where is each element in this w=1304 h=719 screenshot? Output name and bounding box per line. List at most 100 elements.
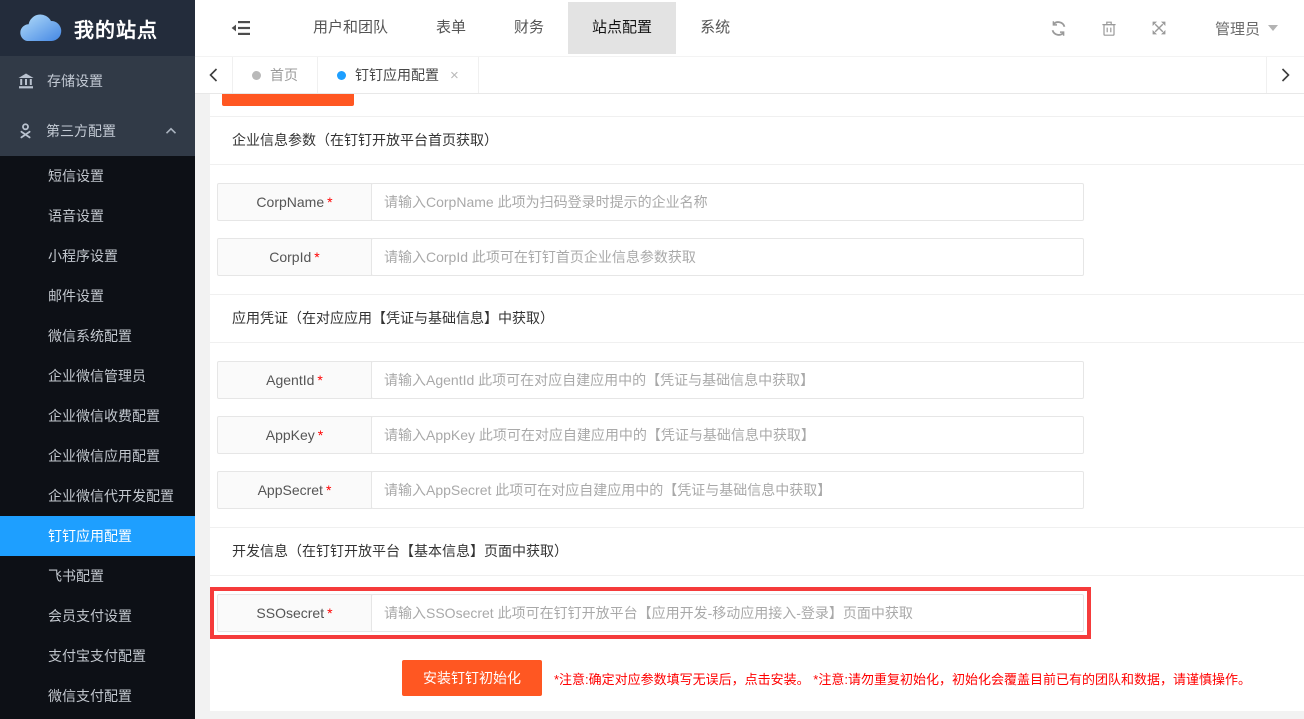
- chevron-left-icon[interactable]: [195, 57, 233, 93]
- required-asterisk: *: [314, 249, 319, 265]
- field-label: SSOsecret *: [217, 594, 372, 632]
- topbar-actions: 管理员: [1050, 18, 1304, 39]
- sidebar-item-label: 存储设置: [47, 71, 103, 91]
- tab-label: 钉钉应用配置: [355, 65, 439, 85]
- chevron-up-icon: [165, 127, 177, 135]
- topnav-item[interactable]: 站点配置: [568, 2, 676, 54]
- refresh-icon[interactable]: [1050, 20, 1067, 37]
- sidebar-subitem[interactable]: 企业微信管理员: [0, 356, 195, 396]
- appsecret-input[interactable]: [371, 471, 1084, 509]
- form-sections: 企业信息参数（在钉钉开放平台首页获取） CorpName * CorpId * …: [210, 117, 1304, 650]
- section-title: 企业信息参数（在钉钉开放平台首页获取）: [210, 117, 1304, 164]
- field-label-text: SSOsecret: [256, 605, 324, 621]
- section-title: 应用凭证（在对应应用【凭证与基础信息】中获取）: [210, 295, 1304, 342]
- site-title: 我的站点: [74, 14, 158, 43]
- sidebar-item-label: 第三方配置: [46, 121, 116, 141]
- field-row-ssosecret: SSOsecret *: [217, 594, 1084, 632]
- sidebar-subitem[interactable]: 小程序设置: [0, 236, 195, 276]
- logo: 我的站点: [0, 0, 195, 56]
- field-label-text: AppKey: [266, 427, 315, 443]
- tab-strip: 首页 钉钉应用配置 ×: [233, 57, 479, 93]
- trash-icon[interactable]: [1101, 20, 1117, 37]
- required-asterisk: *: [327, 605, 332, 621]
- tab-bar: 首页 钉钉应用配置 ×: [195, 56, 1304, 94]
- collapse-menu-icon[interactable]: [231, 20, 251, 36]
- field-row-corpname: CorpName *: [217, 183, 1084, 221]
- field-label-text: AgentId: [266, 372, 314, 388]
- sidebar-subitem[interactable]: 支付宝支付配置: [0, 636, 195, 676]
- user-menu[interactable]: 管理员: [1215, 18, 1278, 39]
- bank-icon: [18, 73, 34, 89]
- sidebar-subitem[interactable]: 企业微信代开发配置: [0, 476, 195, 516]
- field-row-agentid: AgentId *: [217, 361, 1084, 399]
- sidebar-subitem[interactable]: 邮件设置: [0, 276, 195, 316]
- field-label: CorpId *: [217, 238, 372, 276]
- sidebar-subitem[interactable]: 钉钉应用配置: [0, 516, 195, 556]
- appkey-input[interactable]: [371, 416, 1084, 454]
- fullscreen-icon[interactable]: [1151, 20, 1167, 36]
- warning-text: *注意:确定对应参数填写无误后，点击安装。 *注意:请勿重复初始化，初始化会覆盖…: [554, 669, 1251, 688]
- sidebar-item-storage[interactable]: 存储设置: [0, 56, 195, 106]
- field-label-text: AppSecret: [258, 482, 323, 498]
- field-label: AgentId *: [217, 361, 372, 399]
- topnav-item[interactable]: 表单: [412, 2, 490, 54]
- sidebar-item-thirdparty[interactable]: 第三方配置: [0, 106, 195, 156]
- field-row-appsecret: AppSecret *: [217, 471, 1084, 509]
- required-asterisk: *: [327, 194, 332, 210]
- caret-down-icon: [1268, 25, 1278, 31]
- chevron-right-icon[interactable]: [1266, 57, 1304, 93]
- tab-dot-icon: [252, 71, 261, 80]
- top-header: 用户和团队表单财务站点配置系统: [195, 0, 1304, 56]
- cloud-icon: [16, 12, 62, 44]
- sidebar-subitem[interactable]: 微信系统配置: [0, 316, 195, 356]
- topnav-item[interactable]: 系统: [676, 2, 754, 54]
- app-window: 我的站点 存储设置 第三方配置: [0, 0, 1304, 719]
- sidebar-subitem[interactable]: 飞书配置: [0, 556, 195, 596]
- person-icon: [18, 123, 33, 139]
- ssosecret-input[interactable]: [371, 594, 1084, 632]
- required-asterisk: *: [317, 372, 322, 388]
- topnav-items: 用户和团队表单财务站点配置系统: [289, 2, 754, 54]
- sidebar-submenu: 短信设置语音设置小程序设置邮件设置微信系统配置企业微信管理员企业微信收费配置企业…: [0, 156, 195, 719]
- sidebar-subitem[interactable]: 企业微信应用配置: [0, 436, 195, 476]
- main-area: 用户和团队表单财务站点配置系统: [195, 0, 1304, 719]
- field-label: AppKey *: [217, 416, 372, 454]
- field-label: CorpName *: [217, 183, 372, 221]
- sidebar-subitem[interactable]: 企业微信收费配置: [0, 396, 195, 436]
- field-label-text: CorpId: [269, 249, 311, 265]
- agentid-input[interactable]: [371, 361, 1084, 399]
- sidebar-subitem[interactable]: 语音设置: [0, 196, 195, 236]
- section-fields: AgentId * AppKey * AppSecret *: [210, 343, 1304, 527]
- highlight-outline: SSOsecret *: [210, 587, 1091, 639]
- sidebar-subitem[interactable]: 会员支付设置: [0, 596, 195, 636]
- tab-label: 首页: [270, 65, 298, 85]
- field-label-text: CorpName: [256, 194, 324, 210]
- corpname-input[interactable]: [371, 183, 1084, 221]
- sidebar-subitem[interactable]: 微信支付配置: [0, 676, 195, 716]
- install-dingtalk-button[interactable]: 安装钉钉初始化: [402, 660, 542, 696]
- section-fields: CorpName * CorpId *: [210, 165, 1304, 294]
- field-row-appkey: AppKey *: [217, 416, 1084, 454]
- tab-close-icon[interactable]: ×: [450, 67, 459, 84]
- install-row: 安装钉钉初始化 *注意:确定对应参数填写无误后，点击安装。 *注意:请勿重复初始…: [402, 660, 1304, 696]
- section-fields: SSOsecret *: [210, 576, 1304, 650]
- field-label: AppSecret *: [217, 471, 372, 509]
- topnav-item[interactable]: 用户和团队: [289, 2, 412, 54]
- section-title: 开发信息（在钉钉开放平台【基本信息】页面中获取）: [210, 528, 1304, 575]
- sidebar: 我的站点 存储设置 第三方配置: [0, 0, 195, 719]
- page-content: 清空当前页配置 企业信息参数（在钉钉开放平台首页获取） CorpName * C…: [195, 94, 1304, 719]
- form-section: 应用凭证（在对应应用【凭证与基础信息】中获取） AgentId * AppKey…: [210, 295, 1304, 527]
- required-asterisk: *: [318, 427, 323, 443]
- sidebar-subitem[interactable]: 短信设置: [0, 156, 195, 196]
- topnav-item[interactable]: 财务: [490, 2, 568, 54]
- required-asterisk: *: [326, 482, 331, 498]
- field-row-corpid: CorpId *: [217, 238, 1084, 276]
- tab[interactable]: 钉钉应用配置 ×: [318, 57, 479, 93]
- tab-dot-icon: [337, 71, 346, 80]
- config-form-card: 清空当前页配置 企业信息参数（在钉钉开放平台首页获取） CorpName * C…: [210, 94, 1304, 711]
- clear-config-button[interactable]: 清空当前页配置: [222, 94, 354, 106]
- user-name: 管理员: [1215, 18, 1260, 39]
- form-section: 开发信息（在钉钉开放平台【基本信息】页面中获取） SSOsecret *: [210, 528, 1304, 650]
- corpid-input[interactable]: [371, 238, 1084, 276]
- tab[interactable]: 首页: [233, 57, 318, 93]
